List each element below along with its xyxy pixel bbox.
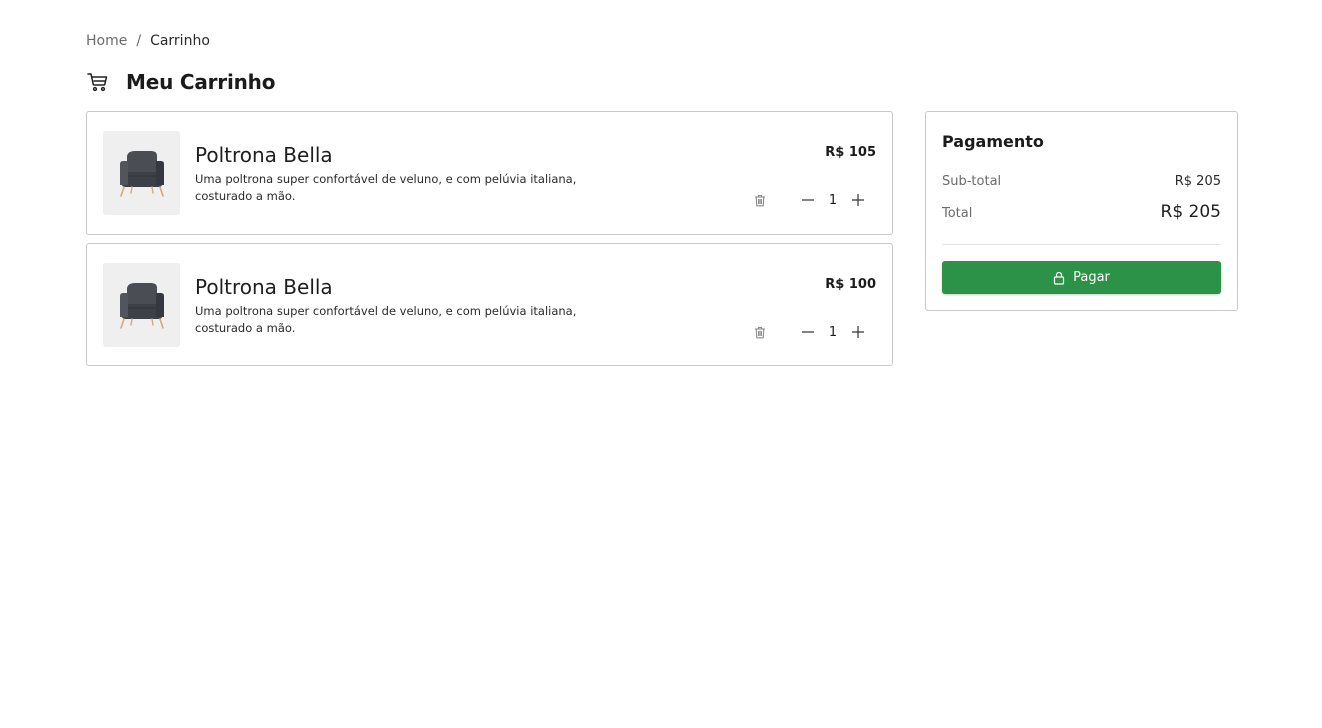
quantity-value: 1 <box>828 192 838 208</box>
cart-icon <box>86 70 110 94</box>
item-name: Poltrona Bella <box>195 275 333 299</box>
cart-page: Home / Carrinho Meu Carrinho Poltrona Be… <box>0 0 1322 728</box>
lock-icon <box>1053 271 1065 285</box>
quantity-controls: 1 <box>750 320 868 344</box>
pay-button[interactable]: Pagar <box>942 261 1221 294</box>
increase-quantity-button[interactable] <box>848 322 868 342</box>
total-value: R$ 205 <box>1160 202 1221 222</box>
increase-quantity-button[interactable] <box>848 190 868 210</box>
item-description: Uma poltrona super confortável de veluno… <box>195 172 577 203</box>
trash-icon[interactable] <box>750 190 770 210</box>
page-title: Meu Carrinho <box>126 70 276 94</box>
quantity-value: 1 <box>828 324 838 340</box>
breadcrumb-separator: / <box>136 33 142 49</box>
pay-button-label: Pagar <box>1073 270 1110 285</box>
divider <box>942 244 1221 245</box>
payment-summary: Pagamento Sub-total R$ 205 Total R$ 205 … <box>925 111 1238 311</box>
decrease-quantity-button[interactable] <box>798 322 818 342</box>
decrease-quantity-button[interactable] <box>798 190 818 210</box>
item-price: R$ 100 <box>825 277 876 292</box>
item-description: Uma poltrona super confortável de veluno… <box>195 304 577 335</box>
breadcrumb-home-link[interactable]: Home <box>86 32 127 50</box>
page-header: Meu Carrinho <box>86 68 275 96</box>
breadcrumb-current: Carrinho <box>150 33 210 49</box>
cart-item: Poltrona Bella Uma poltrona super confor… <box>86 111 893 235</box>
armchair-image <box>103 131 180 215</box>
item-name: Poltrona Bella <box>195 143 333 167</box>
quantity-controls: 1 <box>750 188 868 212</box>
subtotal-row: Sub-total R$ 205 <box>942 174 1221 189</box>
trash-icon[interactable] <box>750 322 770 342</box>
subtotal-value: R$ 205 <box>1174 174 1221 189</box>
payment-title: Pagamento <box>942 132 1044 151</box>
item-price: R$ 105 <box>825 145 876 160</box>
subtotal-label: Sub-total <box>942 174 1002 189</box>
breadcrumb: Home / Carrinho <box>86 32 210 50</box>
total-label: Total <box>942 206 973 221</box>
total-row: Total R$ 205 <box>942 202 1221 222</box>
armchair-image <box>103 263 180 347</box>
cart-item: Poltrona Bella Uma poltrona super confor… <box>86 243 893 366</box>
cart-list: Poltrona Bella Uma poltrona super confor… <box>86 111 893 374</box>
